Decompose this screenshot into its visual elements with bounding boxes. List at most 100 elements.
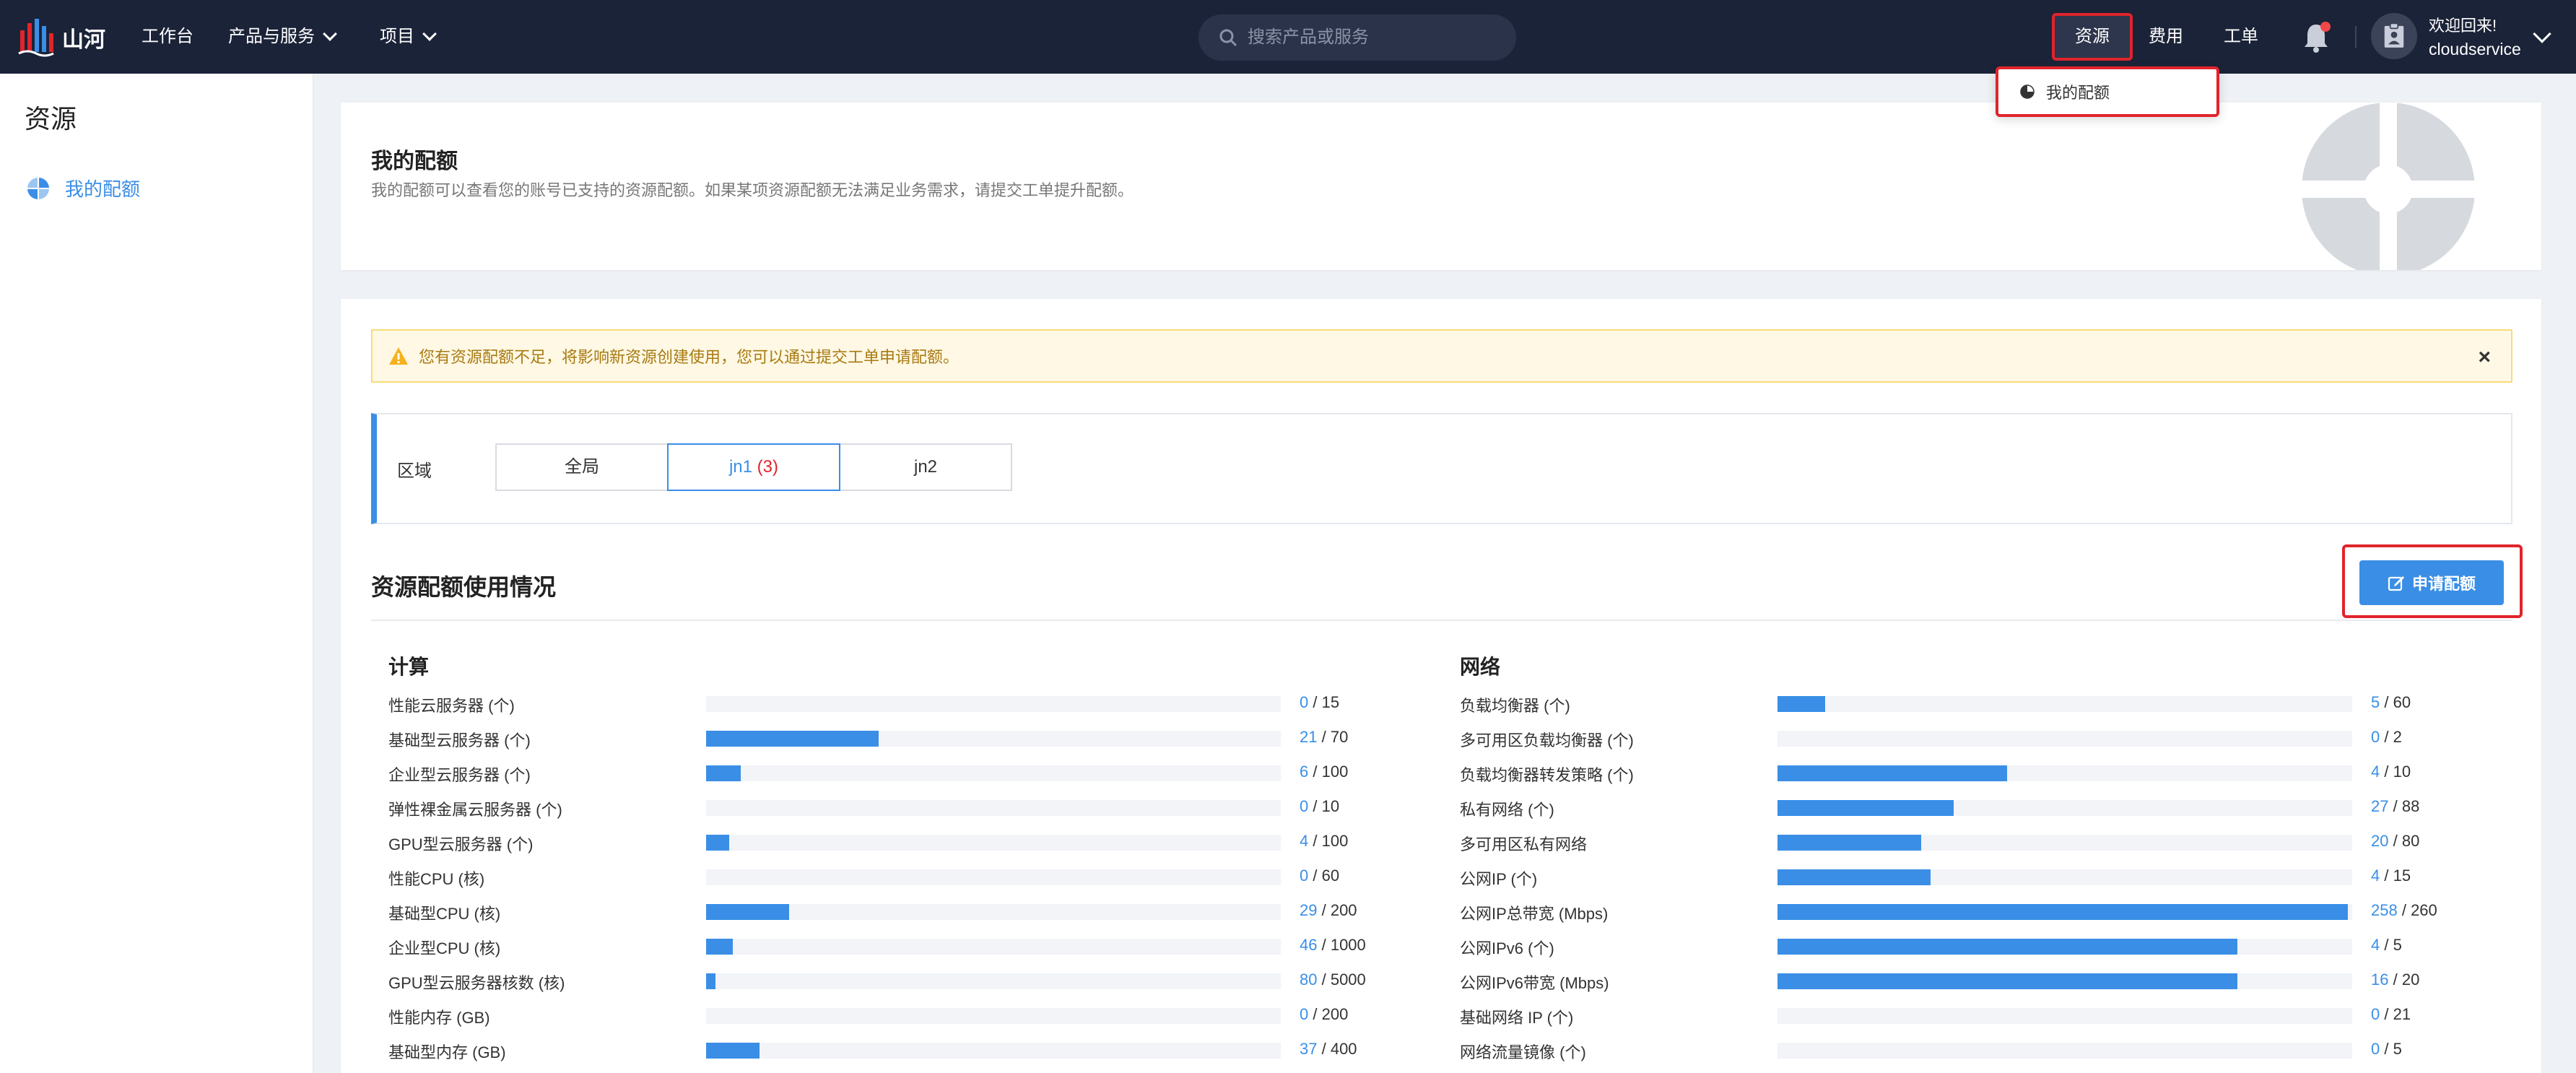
region-tab-label: jn1 xyxy=(728,457,752,477)
fees-link[interactable]: 费用 xyxy=(2144,13,2188,61)
quota-row: 基础型内存 (GB) 37 / 400 xyxy=(388,1034,1357,1069)
avatar[interactable] xyxy=(2371,13,2417,59)
quota-value: 4 / 15 xyxy=(2371,866,2411,885)
quota-used: 29 xyxy=(1300,901,1318,919)
quota-progress-bar xyxy=(706,1043,1281,1059)
username: cloudservice xyxy=(2429,40,2521,58)
quota-progress-bar xyxy=(706,973,1281,989)
quota-total: 100 xyxy=(1321,763,1349,781)
quota-progress-bar xyxy=(706,1008,1281,1024)
usage-section-title: 资源配额使用情况 xyxy=(371,574,557,600)
nav-products-services[interactable]: 产品与服务 xyxy=(228,22,337,52)
quota-name: GPU型云服务器 (个) xyxy=(388,835,534,853)
quota-used: 0 xyxy=(2371,1040,2380,1058)
quota-row: 公网IP (个) 4 / 15 xyxy=(1460,861,2411,895)
quota-used: 258 xyxy=(2371,901,2398,919)
quota-separator: / xyxy=(2380,728,2393,746)
quota-row: 多可用区私有网络 20 / 80 xyxy=(1460,826,2419,861)
quota-value: 0 / 10 xyxy=(1300,797,1339,816)
quota-value: 21 / 70 xyxy=(1300,728,1348,747)
quota-progress-bar xyxy=(706,904,1281,920)
quota-value: 0 / 21 xyxy=(2371,1005,2411,1024)
quota-name: 性能CPU (核) xyxy=(388,870,485,888)
sidebar: 资源 我的配额 xyxy=(0,74,313,1073)
chevron-down-icon[interactable] xyxy=(2533,25,2551,43)
quota-progress-bar xyxy=(706,696,1281,712)
logo-icon xyxy=(18,19,54,57)
quota-main-card: 您有资源配额不足，将影响新资源创建使用，您可以通过提交工单申请配额。 × 区域 … xyxy=(341,299,2541,1073)
quota-progress-bar xyxy=(1777,765,2352,781)
quota-used: 4 xyxy=(2371,763,2380,781)
quota-name: 基础型内存 (GB) xyxy=(388,1043,506,1061)
nav-projects[interactable]: 项目 xyxy=(380,22,437,52)
resources-dropdown-item-my-quota[interactable]: 我的配额 xyxy=(1996,66,2219,117)
quota-total: 5 xyxy=(2393,1040,2402,1058)
close-icon[interactable]: × xyxy=(2478,345,2491,370)
quota-separator: / xyxy=(2388,970,2402,989)
quota-row: 公网IPv6带宽 (Mbps) 16 / 20 xyxy=(1460,965,2419,999)
quota-name: 弹性裸金属云服务器 (个) xyxy=(388,801,562,819)
quota-progress-fill xyxy=(706,765,741,781)
quota-total: 10 xyxy=(2393,763,2411,781)
search-box[interactable] xyxy=(1198,14,1516,61)
quota-separator: / xyxy=(2388,832,2402,850)
quota-header-card: 我的配额 我的配额可以查看您的账号已支持的资源配额。如果某项资源配额无法满足业务… xyxy=(341,103,2541,270)
quota-separator: / xyxy=(2388,797,2402,815)
quota-value: 4 / 100 xyxy=(1300,832,1348,851)
brand-logo[interactable]: 山河 xyxy=(17,17,105,58)
resources-menu[interactable]: 资源 xyxy=(2052,13,2133,61)
quota-value: 20 / 80 xyxy=(2371,832,2419,851)
quota-total: 5000 xyxy=(1330,970,1366,989)
region-filter: 区域 全局 jn1 (3) jn2 xyxy=(371,413,2512,524)
chevron-down-icon xyxy=(323,27,337,41)
quota-progress-fill xyxy=(1777,800,1954,816)
user-info[interactable]: 欢迎回来! cloudservice xyxy=(2429,14,2523,61)
quota-name: 性能内存 (GB) xyxy=(388,1009,490,1027)
quota-progress-fill xyxy=(1777,939,2237,955)
quota-used: 4 xyxy=(2371,936,2380,954)
quota-used: 46 xyxy=(1300,936,1318,954)
quota-progress-bar xyxy=(1777,696,2352,712)
quota-row: GPU型云服务器 (个) 4 / 100 xyxy=(388,826,1348,861)
tickets-link[interactable]: 工单 xyxy=(2219,13,2263,61)
region-tabs: 全局 jn1 (3) jn2 xyxy=(495,443,1012,491)
quota-warning-alert: 您有资源配额不足，将影响新资源创建使用，您可以通过提交工单申请配额。 × xyxy=(371,329,2512,383)
apply-quota-label: 申请配额 xyxy=(2411,575,2476,593)
quota-name: 企业型云服务器 (个) xyxy=(388,766,531,784)
divider xyxy=(2355,26,2357,48)
search-input[interactable] xyxy=(1248,27,1507,48)
quota-progress-bar xyxy=(1777,1008,2352,1024)
quota-used: 0 xyxy=(2371,1005,2380,1023)
apply-quota-highlight: 申请配额 xyxy=(2342,544,2523,618)
quota-used: 0 xyxy=(1300,797,1309,815)
quota-value: 46 / 1000 xyxy=(1300,936,1366,955)
sidebar-item-my-quota[interactable]: 我的配额 xyxy=(26,175,140,201)
quota-used: 6 xyxy=(1300,763,1309,781)
quota-row: 基础型CPU (核) 29 / 200 xyxy=(388,895,1357,930)
quota-value: 0 / 2 xyxy=(2371,728,2402,747)
quota-progress-bar xyxy=(1777,973,2352,989)
warning-icon xyxy=(389,347,408,365)
quota-total: 1000 xyxy=(1330,936,1366,954)
quota-separator: / xyxy=(2380,1040,2393,1058)
quota-name: 企业型CPU (核) xyxy=(388,939,501,957)
quota-value: 4 / 5 xyxy=(2371,936,2402,955)
quota-row: 基础网络 IP (个) 0 / 21 xyxy=(1460,999,2411,1034)
quota-separator: / xyxy=(1308,1005,1322,1023)
quota-separator: / xyxy=(1308,797,1322,815)
quota-separator: / xyxy=(2380,763,2393,781)
quota-progress-fill xyxy=(1777,869,1931,885)
region-tab-global[interactable]: 全局 xyxy=(495,443,669,491)
region-tab-jn1[interactable]: jn1 (3) xyxy=(667,443,840,491)
quota-progress-bar xyxy=(706,731,1281,747)
alert-text: 您有资源配额不足，将影响新资源创建使用，您可以通过提交工单申请配额。 xyxy=(419,348,960,366)
nav-workbench[interactable]: 工作台 xyxy=(142,22,193,52)
region-tab-jn2[interactable]: jn2 xyxy=(839,443,1012,491)
quota-row: 私有网络 (个) 27 / 88 xyxy=(1460,791,2419,826)
quota-separator: / xyxy=(2380,1005,2393,1023)
quota-used: 37 xyxy=(1300,1040,1318,1058)
quota-name: 公网IP (个) xyxy=(1460,870,1538,888)
apply-quota-button[interactable]: 申请配额 xyxy=(2359,560,2504,605)
quota-value: 27 / 88 xyxy=(2371,797,2419,816)
quota-progress-fill xyxy=(706,939,733,955)
